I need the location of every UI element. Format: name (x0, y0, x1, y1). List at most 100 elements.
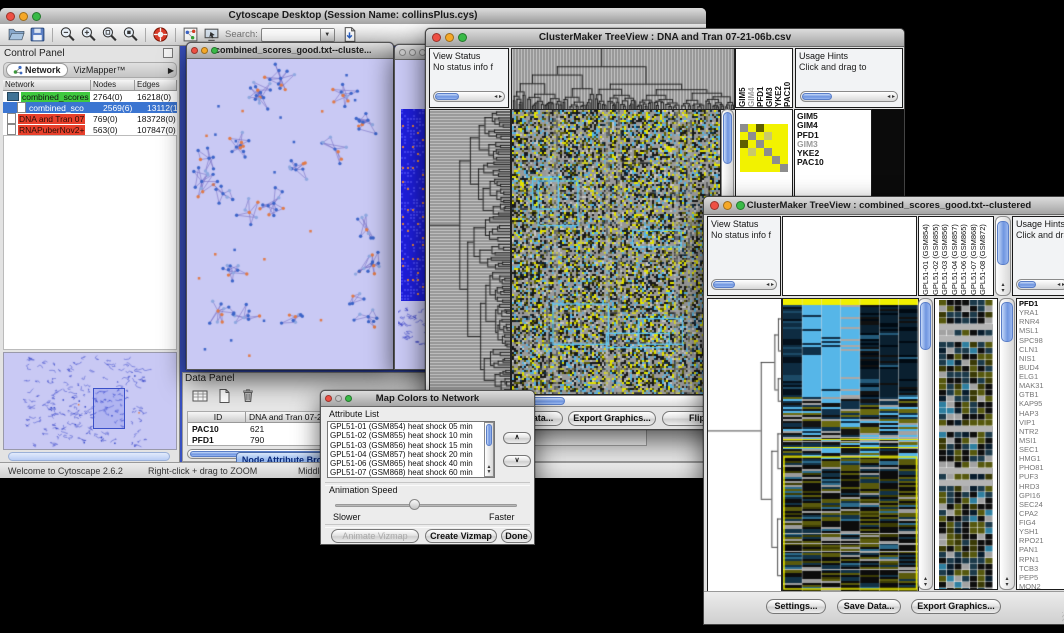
close-button[interactable] (399, 49, 406, 56)
gene-label[interactable]: NIS1 (1017, 354, 1064, 363)
minimize-button[interactable] (335, 395, 342, 402)
create-vizmap-button[interactable]: Create Vizmap (425, 529, 497, 543)
heatmap-canvas[interactable] (782, 298, 919, 592)
column-label[interactable]: YKE2 (774, 50, 783, 107)
gene-label[interactable]: PEP5 (1017, 573, 1064, 582)
minimize-button[interactable] (19, 12, 28, 21)
help-lifering-icon[interactable] (152, 26, 169, 43)
animate-vizmap-button[interactable]: Animate Vizmap (331, 529, 419, 543)
gene-label[interactable]: RNR4 (1017, 317, 1064, 326)
column-label[interactable]: PAC10 (783, 50, 792, 107)
gene-label[interactable]: CPA2 (1017, 509, 1064, 518)
column-label[interactable]: GPL51-04 (GSM857) (950, 218, 960, 295)
maximize-button[interactable] (458, 33, 467, 42)
tab-overflow-button[interactable]: ▶ (168, 66, 174, 75)
treeview2-titlebar[interactable]: ClusterMaker TreeView : combined_scores_… (704, 197, 1064, 215)
close-button[interactable] (432, 33, 441, 42)
column-label[interactable]: GPL51-06 (GSM865) (959, 218, 969, 295)
scrollbar-arrows[interactable]: ▲▼ (485, 465, 493, 475)
zoom-in-icon[interactable] (80, 26, 97, 43)
vizmap-grid-icon[interactable] (182, 26, 199, 43)
network-tree-row[interactable]: RNAPuberNov2+563(0)107847(0) (3, 124, 177, 135)
zoom-fit-icon[interactable] (122, 26, 139, 43)
zoom-vertical-scrollbar[interactable]: ▴▾ (999, 298, 1015, 590)
heatmap-vertical-scrollbar[interactable]: ▴▾ (918, 298, 933, 590)
scrollbar-arrows[interactable]: ◂ ▸ (494, 92, 502, 101)
view-status-scrollbar[interactable]: ◂ ▸ (711, 279, 777, 290)
zoom-selected-icon[interactable] (101, 26, 118, 43)
gene-label[interactable]: MSL1 (1017, 326, 1064, 335)
gene-label[interactable]: KAP95 (1017, 399, 1064, 408)
column-label[interactable]: GIM5 (738, 50, 747, 107)
column-label[interactable]: GIM3 (765, 50, 774, 107)
export-graphics-button[interactable]: Export Graphics... (568, 411, 656, 426)
zoom-heatmap-canvas[interactable] (939, 300, 993, 589)
header-nodes[interactable]: Nodes (91, 80, 135, 91)
scrollbar-arrows[interactable]: ◂ ▸ (887, 92, 895, 101)
slider-thumb[interactable] (409, 499, 420, 510)
close-button[interactable] (710, 201, 719, 210)
control-panel-scrollbar[interactable] (8, 452, 170, 461)
minimize-button[interactable] (445, 33, 454, 42)
scrollbar-thumb[interactable] (997, 221, 1009, 265)
maximize-button[interactable] (32, 12, 41, 21)
column-label[interactable]: PFD1 (756, 50, 765, 107)
gene-label[interactable]: NTR2 (1017, 427, 1064, 436)
gene-label[interactable]: GPI16 (1017, 491, 1064, 500)
network-view-window[interactable]: combined_scores_good.txt--cluste... (186, 42, 394, 370)
gene-label[interactable]: MSI1 (1017, 436, 1064, 445)
tab-network[interactable]: Network (6, 63, 68, 77)
gene-label[interactable]: YSH1 (1017, 527, 1064, 536)
gene-label[interactable]: PUF3 (1017, 472, 1064, 481)
new-attribute-icon[interactable] (215, 387, 233, 405)
attribute-item[interactable]: GPL51-07 (GSM868) heat shock 60 min (328, 468, 483, 477)
birdseye-view[interactable] (3, 352, 177, 450)
column-label[interactable]: GPL51-02 (GSM855) (931, 218, 941, 295)
gene-label[interactable]: PHO81 (1017, 463, 1064, 472)
scrollbar-arrows[interactable]: ▴▾ (1000, 576, 1014, 588)
column-label[interactable]: GPL51-08 (GSM872) (978, 218, 988, 295)
network-tree-row[interactable]: combined_scores2764(0)16218(0) (3, 91, 177, 102)
move-up-button[interactable]: ∧ (503, 432, 531, 444)
attribute-listbox[interactable]: GPL51-01 (GSM854) heat shock 05 minGPL51… (327, 421, 495, 478)
close-button[interactable] (191, 47, 198, 54)
attribute-item[interactable]: GPL51-06 (GSM865) heat shock 40 min (328, 459, 483, 468)
network-name[interactable]: DNA and Tran 07 (18, 114, 85, 124)
import-attributes-icon[interactable] (341, 26, 358, 43)
network-name[interactable]: RNAPuberNov2+ (18, 125, 85, 135)
scrollbar-arrows[interactable]: ▴▾ (996, 282, 1010, 294)
save-session-icon[interactable] (29, 26, 46, 43)
gene-label[interactable]: FIG4 (1017, 518, 1064, 527)
gene-label[interactable]: YRA1 (1017, 308, 1064, 317)
gene-label[interactable]: SEC24 (1017, 500, 1064, 509)
column-dendrogram-canvas[interactable] (511, 48, 735, 110)
table-mode-icon[interactable] (191, 387, 209, 405)
animation-speed-slider[interactable] (335, 504, 517, 507)
move-down-button[interactable]: ∨ (503, 455, 531, 467)
row-dendrogram-canvas[interactable] (429, 109, 511, 395)
attribute-item[interactable]: GPL51-04 (GSM857) heat shock 20 min (328, 450, 483, 459)
minimize-button[interactable] (201, 47, 208, 54)
column-label[interactable]: GIM4 (747, 50, 756, 107)
header-edges[interactable]: Edges (135, 80, 177, 91)
network-canvas[interactable] (189, 59, 393, 369)
gene-label[interactable]: PAC10 (795, 158, 871, 167)
column-label[interactable]: GPL51-07 (GSM868) (969, 218, 979, 295)
search-value[interactable] (262, 29, 320, 41)
gene-label[interactable]: SPC98 (1017, 336, 1064, 345)
usage-hints-scrollbar[interactable]: ◂ ▸ (800, 91, 898, 102)
birdseye-viewport[interactable] (93, 388, 125, 429)
gene-label[interactable]: HMG1 (1017, 454, 1064, 463)
scrollbar-thumb[interactable] (802, 93, 832, 100)
dialog-titlebar[interactable]: Map Colors to Network (321, 391, 534, 407)
scrollbar-thumb[interactable] (713, 281, 735, 288)
attribute-item[interactable]: GPL51-03 (GSM856) heat shock 15 min (328, 441, 483, 450)
maximize-button[interactable] (345, 395, 352, 402)
attribute-list-scrollbar[interactable]: ▲▼ (484, 422, 494, 477)
column-label[interactable]: GPL51-03 (GSM856) (940, 218, 950, 295)
gene-label[interactable]: BUD4 (1017, 363, 1064, 372)
scrollbar-thumb[interactable] (1001, 302, 1013, 342)
scrollbar-thumb[interactable] (1018, 281, 1036, 288)
gene-label[interactable]: PFD1 (1017, 299, 1064, 308)
gene-label[interactable]: RPO21 (1017, 536, 1064, 545)
